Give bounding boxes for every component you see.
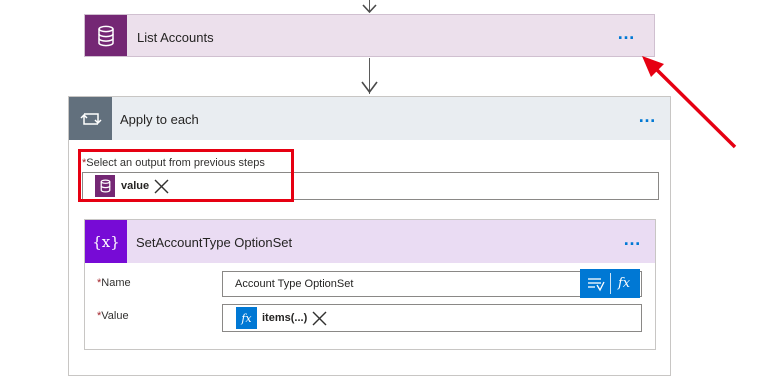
- expression-button[interactable]: fx: [618, 276, 630, 291]
- name-input-value: Account Type OptionSet: [235, 278, 354, 290]
- list-accounts-title: List Accounts: [137, 30, 214, 45]
- list-accounts-card[interactable]: List Accounts …: [84, 14, 655, 57]
- middle-connector-arrow: [361, 81, 378, 94]
- set-variable-title: SetAccountType OptionSet: [136, 235, 293, 250]
- annotation-highlight-box: [78, 149, 294, 202]
- dynamic-content-icon[interactable]: [587, 276, 605, 292]
- apply-to-each-title: Apply to each: [120, 112, 199, 127]
- set-variable-header[interactable]: {x} SetAccountType OptionSet …: [85, 220, 655, 263]
- set-variable-menu-button[interactable]: …: [623, 230, 642, 248]
- items-token-label: items(...): [262, 312, 308, 324]
- annotation-arrow: [642, 56, 737, 149]
- list-accounts-menu-button[interactable]: …: [617, 24, 636, 42]
- top-connector-arrow: [362, 4, 377, 14]
- expression-icon: fx: [236, 307, 257, 329]
- loop-icon: [69, 97, 112, 140]
- value-label: *Value: [97, 310, 129, 322]
- button-separator: [610, 273, 611, 294]
- items-expression-token[interactable]: fx items(...): [236, 307, 327, 329]
- variable-icon: {x}: [85, 220, 127, 263]
- close-icon[interactable]: [312, 311, 327, 326]
- name-input[interactable]: Account Type OptionSet: [222, 271, 642, 297]
- apply-to-each-header[interactable]: Apply to each …: [69, 97, 670, 140]
- database-icon: [85, 15, 127, 56]
- dynamic-content-button-group: fx: [580, 269, 640, 298]
- name-label: *Name: [97, 277, 131, 289]
